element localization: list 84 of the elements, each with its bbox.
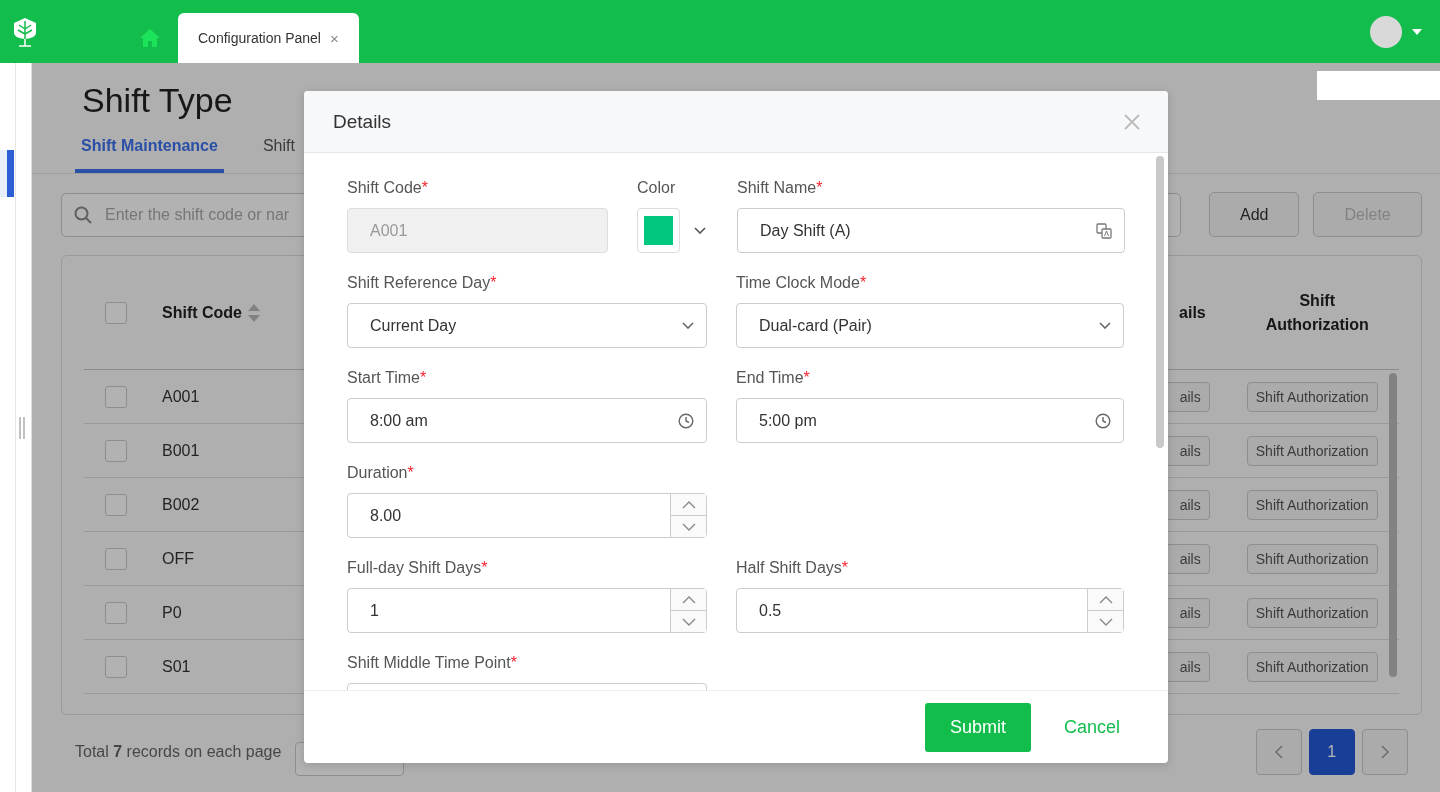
field-label: Shift Middle Time Point* (347, 654, 518, 673)
row-checkbox[interactable] (105, 439, 127, 462)
records-summary: Total 7 records on each page (75, 743, 282, 761)
home-icon[interactable] (139, 28, 161, 48)
chevron-up-icon (1098, 595, 1113, 604)
tab-label: Configuration Panel (198, 30, 321, 46)
table-cell-text: B001 (161, 441, 201, 460)
field-label: Time Clock Mode* (736, 274, 868, 293)
tab-close-button[interactable]: × (330, 29, 339, 47)
authorization-button[interactable]: Shift Authorization (1246, 435, 1378, 466)
select-field[interactable]: Current Day (347, 303, 707, 348)
chevron-down-icon (681, 617, 696, 626)
number-field[interactable]: 0.5 (736, 588, 1124, 633)
scrollbar[interactable] (1156, 156, 1164, 448)
table-cell-text: S01 (161, 657, 192, 676)
scrollbar[interactable] (1388, 373, 1397, 677)
chevron-left-icon (1274, 745, 1283, 759)
field-label: End Time* (736, 369, 811, 388)
select-field[interactable]: Dual-card (Pair) (736, 303, 1124, 348)
page-title: Shift Type (82, 80, 233, 121)
increment-button[interactable] (671, 589, 706, 610)
column-header: Shift Authorization (1264, 290, 1370, 335)
chevron-down-icon (682, 322, 694, 329)
sidebar-indicator (0, 150, 14, 197)
decrement-button[interactable] (1088, 610, 1123, 632)
user-avatar[interactable] (1370, 16, 1402, 48)
table-cell-text: P0 (161, 603, 183, 622)
column-header[interactable]: Shift Code (162, 303, 242, 322)
toolbar-button[interactable]: Add (1209, 192, 1300, 237)
decrement-button[interactable] (671, 610, 706, 632)
row-checkbox[interactable] (105, 601, 127, 624)
chevron-down-icon (694, 227, 706, 234)
authorization-button[interactable]: Shift Authorization (1246, 597, 1378, 628)
dialog-title: Details (333, 110, 393, 133)
drag-handle-icon[interactable] (19, 417, 25, 439)
page-tab[interactable]: Shift (256, 129, 301, 173)
authorization-button[interactable]: Shift Authorization (1246, 381, 1378, 412)
app-tab[interactable]: Configuration Panel × (178, 13, 359, 63)
number-field[interactable]: 8.00 (347, 493, 707, 538)
field-label: Full-day Shift Days* (347, 559, 489, 578)
column-header: ails (1178, 303, 1207, 322)
field-label: Color (637, 179, 677, 198)
clock-icon (1095, 412, 1111, 429)
row-checkbox[interactable] (105, 493, 127, 516)
chevron-up-icon (681, 500, 696, 509)
row-checkbox[interactable] (105, 655, 127, 678)
row-checkbox[interactable] (105, 547, 127, 570)
clock-icon (678, 412, 694, 429)
time-field[interactable]: 8:00 am (347, 398, 707, 443)
chevron-right-icon (1380, 745, 1389, 759)
time-field[interactable]: 5:00 pm (736, 398, 1124, 443)
page-number-button[interactable]: 1 (1308, 729, 1355, 775)
field-label: Start Time* (347, 369, 428, 388)
color-picker[interactable] (637, 208, 680, 253)
increment-button[interactable] (671, 494, 706, 515)
page-tab[interactable]: Shift Maintenance (75, 129, 224, 173)
select-all-checkbox[interactable] (105, 301, 127, 324)
row-checkbox[interactable] (105, 385, 127, 408)
chevron-down-icon (1098, 617, 1113, 626)
field-label: Shift Reference Day* (347, 274, 498, 293)
table-cell-text: A001 (161, 387, 201, 406)
tree-logo-icon (13, 17, 37, 47)
sort-icon (248, 303, 260, 322)
authorization-button[interactable]: Shift Authorization (1246, 651, 1378, 682)
chevron-down-icon (681, 522, 696, 531)
decrement-button[interactable] (671, 515, 706, 537)
cancel-button[interactable]: Cancel (1063, 716, 1120, 738)
previous-page-button[interactable] (1255, 729, 1302, 775)
chevron-up-icon (681, 595, 696, 604)
field-label: Shift Code* (347, 179, 429, 198)
next-page-button[interactable] (1361, 729, 1408, 775)
table-cell-text: B002 (161, 495, 201, 514)
chevron-down-icon (1099, 322, 1111, 329)
authorization-button[interactable]: Shift Authorization (1246, 489, 1378, 520)
number-field[interactable]: 1 (347, 588, 707, 633)
close-icon[interactable] (1124, 113, 1140, 130)
field-label: Duration* (347, 464, 415, 483)
field-label: Half Shift Days* (736, 559, 850, 578)
table-cell-text: OFF (161, 549, 195, 568)
text-field[interactable]: Day Shift (A) (737, 208, 1125, 253)
caret-icon (1412, 29, 1422, 35)
field-label: Shift Name* (737, 179, 824, 198)
increment-button[interactable] (1088, 589, 1123, 610)
authorization-button[interactable]: Shift Authorization (1246, 543, 1378, 574)
